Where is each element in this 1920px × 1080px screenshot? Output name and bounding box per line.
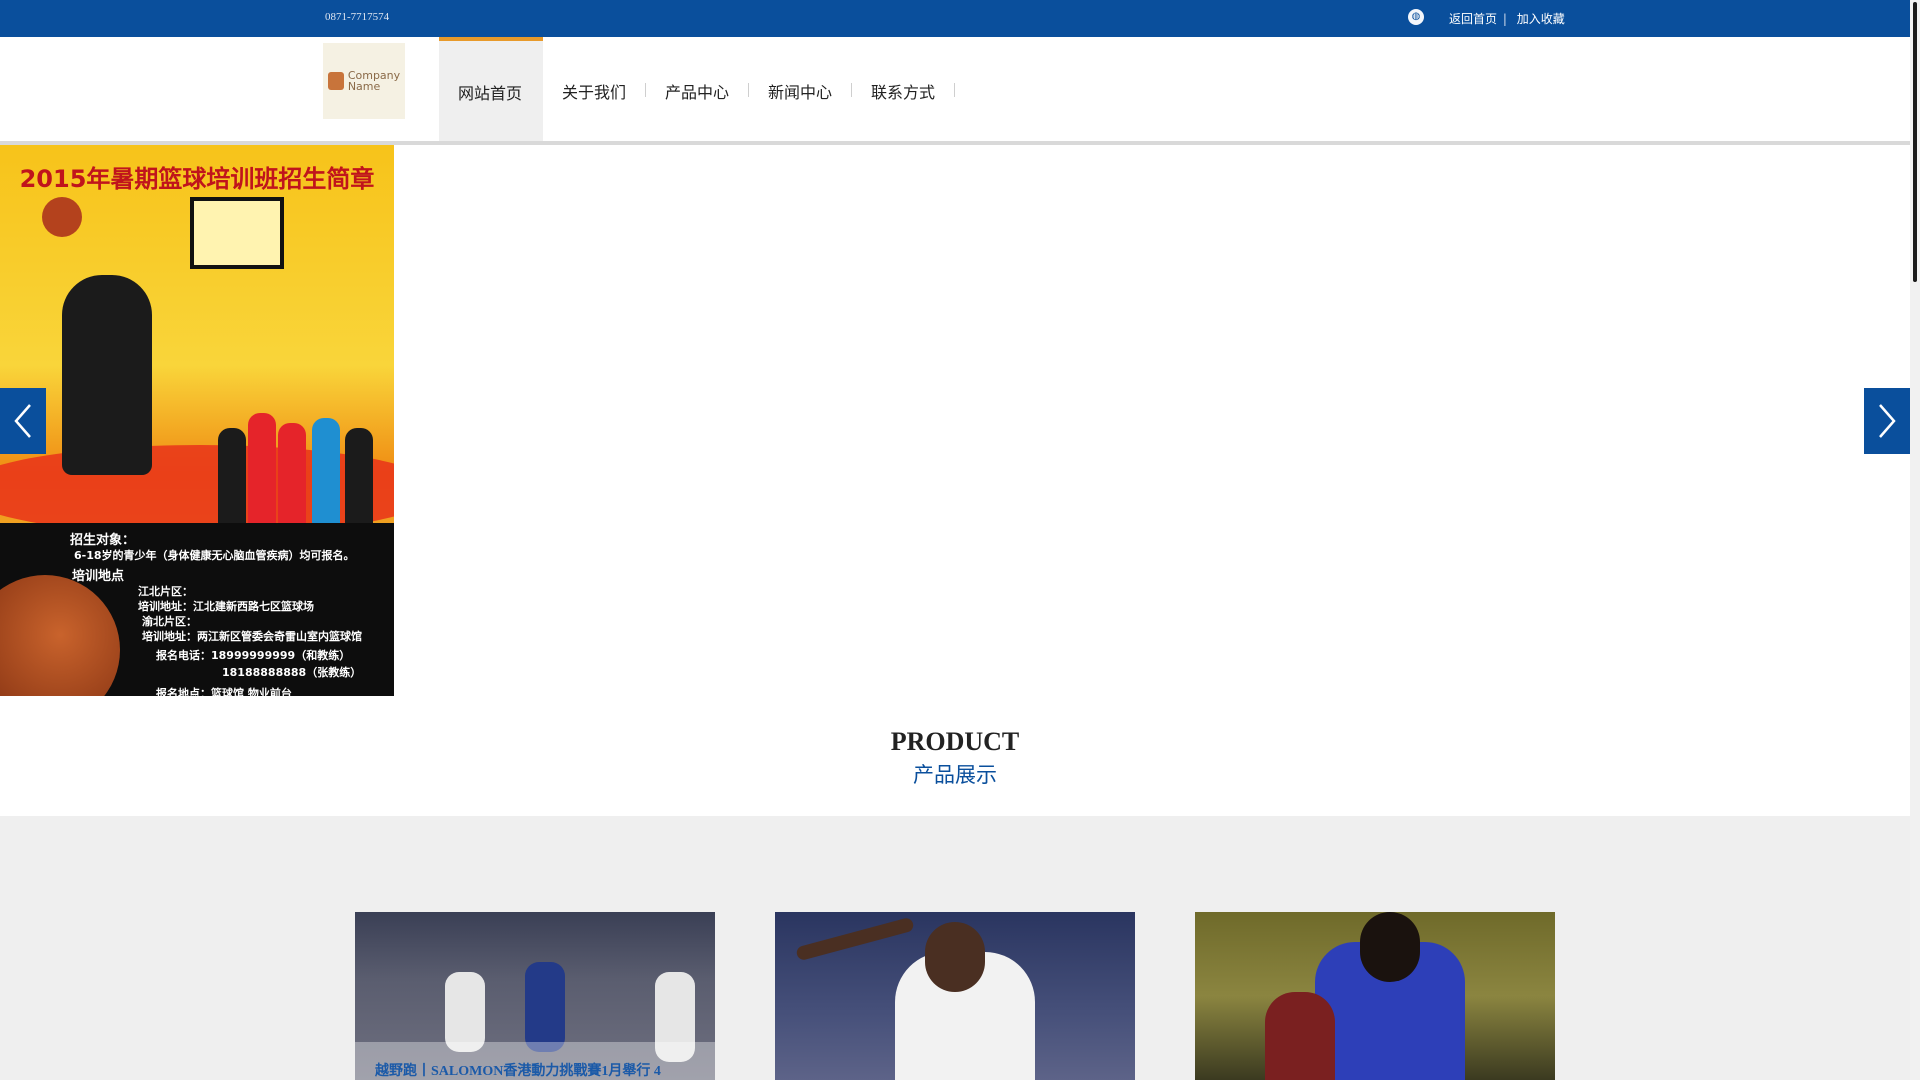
poster-text: 报名地点：篮球馆 物业前台	[156, 687, 292, 696]
product-card[interactable]	[775, 912, 1135, 1080]
player-figure	[445, 972, 485, 1052]
player-head	[925, 922, 985, 992]
poster-text: 渝北片区：	[142, 615, 197, 628]
top-bar: 0871-7717574 ◍ 返回首页 | 加入收藏	[0, 0, 1910, 37]
top-links: 返回首页 | 加入收藏	[1449, 10, 1565, 27]
product-title-cn[interactable]: 产品展示	[0, 759, 1910, 789]
bookmark-link[interactable]: 加入收藏	[1517, 12, 1565, 26]
header: Company Name 网站首页 关于我们 产品中心 新闻中心 联系方式	[0, 37, 1910, 145]
crowd-figure	[345, 428, 373, 523]
product-card[interactable]	[1195, 912, 1555, 1080]
nav-divider	[954, 83, 955, 97]
nav-item-home[interactable]: 网站首页	[458, 80, 522, 104]
banner-slider: 2015年暑期篮球培训班招生简章 招生对象： 6-18岁的青少年（身体健康无心脑…	[0, 145, 1910, 696]
nav-divider	[645, 83, 646, 97]
poster-text: 培训地址：两江新区管委会奇雷山室内篮球馆	[142, 630, 362, 643]
slider-next-button[interactable]	[1864, 388, 1910, 454]
home-link[interactable]: 返回首页	[1449, 12, 1497, 26]
poster-title: 2015年暑期篮球培训班招生简章	[19, 165, 375, 193]
poster-text: 江北片区：	[138, 585, 193, 598]
product-title-en: PRODUCT	[890, 727, 1020, 756]
player-silhouette	[62, 275, 152, 475]
player-arm	[795, 916, 915, 962]
crowd-figure	[312, 418, 340, 523]
globe-icon[interactable]: ◍	[1408, 9, 1424, 25]
poster-text: 招生对象：	[70, 533, 136, 548]
player-head	[1360, 912, 1420, 982]
crowd-figure	[218, 428, 246, 523]
logo-text: Company Name	[347, 69, 401, 93]
player-figure	[525, 962, 565, 1052]
player-figure	[1265, 992, 1335, 1080]
link-separator: |	[1502, 12, 1507, 26]
nav-item-contact[interactable]: 联系方式	[871, 79, 935, 103]
scrollbar-thumb[interactable]	[1913, 2, 1917, 282]
poster-text: 报名电话：18999999999（和教练）	[156, 649, 351, 662]
poster-text: 培训地址：江北建新西路七区篮球场	[138, 600, 314, 613]
crowd-figure	[278, 423, 306, 523]
chevron-right-icon	[1879, 404, 1896, 438]
crowd-figure	[248, 413, 276, 523]
company-logo[interactable]: Company Name	[323, 43, 405, 119]
nav-item-products[interactable]: 产品中心	[665, 79, 729, 103]
logo-mark-icon	[327, 72, 344, 90]
nav-item-news[interactable]: 新闻中心	[768, 79, 832, 103]
poster-text: 6-18岁的青少年（身体健康无心脑血管疾病）均可报名。	[74, 549, 355, 562]
banner-poster-image[interactable]: 2015年暑期篮球培训班招生简章 招生对象： 6-18岁的青少年（身体健康无心脑…	[0, 145, 394, 696]
scrollbar[interactable]	[1910, 0, 1920, 1080]
hoop-icon	[190, 197, 284, 269]
phone-number: 0871-7717574	[325, 11, 390, 23]
product-list: 越野跑丨SALOMON香港動力挑戰賽1月舉行 4	[0, 816, 1910, 1080]
basketball-icon	[42, 197, 82, 237]
slider-prev-button[interactable]	[0, 388, 46, 454]
nav-divider	[851, 83, 852, 97]
product-caption[interactable]: 越野跑丨SALOMON香港動力挑戰賽1月舉行 4	[375, 1060, 661, 1080]
nav-divider	[748, 83, 749, 97]
poster-text: 培训地点	[72, 569, 125, 584]
poster-text: 18188888888（张教练）	[222, 666, 362, 679]
chevron-left-icon	[14, 404, 31, 438]
nav-item-about[interactable]: 关于我们	[562, 79, 626, 103]
product-caption-bar: 越野跑丨SALOMON香港動力挑戰賽1月舉行 4	[355, 1042, 715, 1080]
product-card[interactable]: 越野跑丨SALOMON香港動力挑戰賽1月舉行 4	[355, 912, 715, 1080]
product-section-heading: PRODUCT 产品展示	[0, 727, 1910, 789]
